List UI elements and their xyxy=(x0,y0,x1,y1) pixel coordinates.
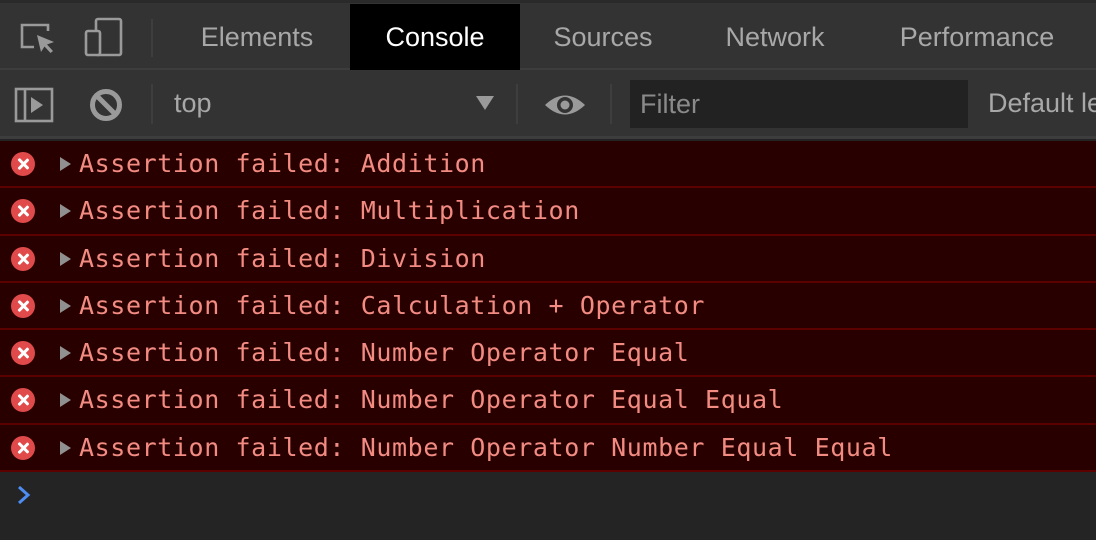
expand-triangle-icon[interactable] xyxy=(60,204,71,219)
error-icon xyxy=(11,388,35,413)
toolbar-divider xyxy=(610,84,612,124)
tab-elements[interactable]: Elements xyxy=(176,4,338,70)
context-selector[interactable]: top xyxy=(174,88,212,119)
error-icon xyxy=(11,341,35,366)
error-message: Assertion failed: Calculation + Operator xyxy=(79,290,706,320)
tab-network[interactable]: Network xyxy=(702,4,848,70)
expand-triangle-icon[interactable] xyxy=(60,157,71,171)
chevron-right-icon xyxy=(18,485,31,505)
error-message: Assertion failed: Number Operator Equal xyxy=(79,338,690,368)
log-levels-dropdown[interactable]: Default levels xyxy=(988,88,1096,119)
error-icon xyxy=(11,246,35,271)
sidebar-toggle-icon[interactable] xyxy=(14,87,54,123)
error-message: Assertion failed: Number Operator Equal … xyxy=(79,385,784,415)
tab-console[interactable]: Console xyxy=(350,4,520,70)
error-message: Assertion failed: Addition xyxy=(79,149,486,178)
expand-triangle-icon[interactable] xyxy=(60,346,71,361)
expand-triangle-icon[interactable] xyxy=(60,251,71,266)
error-message: Assertion failed: Multiplication xyxy=(79,196,580,226)
tab-sources[interactable]: Sources xyxy=(532,4,674,70)
error-icon xyxy=(11,199,35,224)
devtools-tab-bar: Elements Console Sources Network Perform… xyxy=(0,0,1096,70)
tab-performance[interactable]: Performance xyxy=(876,4,1078,70)
error-icon xyxy=(11,435,35,460)
inspect-cursor-icon[interactable] xyxy=(18,17,58,57)
console-error-row[interactable]: Assertion failed: Number Operator Number… xyxy=(0,424,1096,473)
eye-icon[interactable] xyxy=(544,92,586,118)
console-error-row[interactable]: Assertion failed: Number Operator Equal xyxy=(0,330,1096,378)
console-toolbar: top Default levels xyxy=(0,70,1096,139)
console-messages: Assertion failed: Addition Assertion fai… xyxy=(0,141,1096,473)
chevron-down-icon[interactable] xyxy=(476,96,494,110)
toolbar-divider xyxy=(151,19,153,57)
toolbar-divider xyxy=(516,84,518,124)
expand-triangle-icon[interactable] xyxy=(60,393,71,408)
expand-triangle-icon[interactable] xyxy=(60,298,71,313)
expand-triangle-icon[interactable] xyxy=(60,440,71,455)
console-error-row[interactable]: Assertion failed: Addition xyxy=(0,141,1096,189)
console-error-row[interactable]: Assertion failed: Calculation + Operator xyxy=(0,282,1096,331)
device-mode-icon[interactable] xyxy=(84,17,124,57)
toolbar-divider xyxy=(151,84,153,124)
console-error-row[interactable]: Assertion failed: Number Operator Equal … xyxy=(0,377,1096,425)
error-message: Assertion failed: Number Operator Number… xyxy=(79,432,893,462)
error-icon xyxy=(11,152,35,176)
clear-console-icon[interactable] xyxy=(89,88,123,122)
console-prompt-input[interactable] xyxy=(40,474,1080,518)
console-error-row[interactable]: Assertion failed: Division xyxy=(0,235,1096,283)
console-error-row[interactable]: Assertion failed: Multiplication xyxy=(0,188,1096,236)
error-message: Assertion failed: Division xyxy=(79,243,486,273)
filter-input[interactable] xyxy=(630,80,968,128)
error-icon xyxy=(11,293,35,318)
